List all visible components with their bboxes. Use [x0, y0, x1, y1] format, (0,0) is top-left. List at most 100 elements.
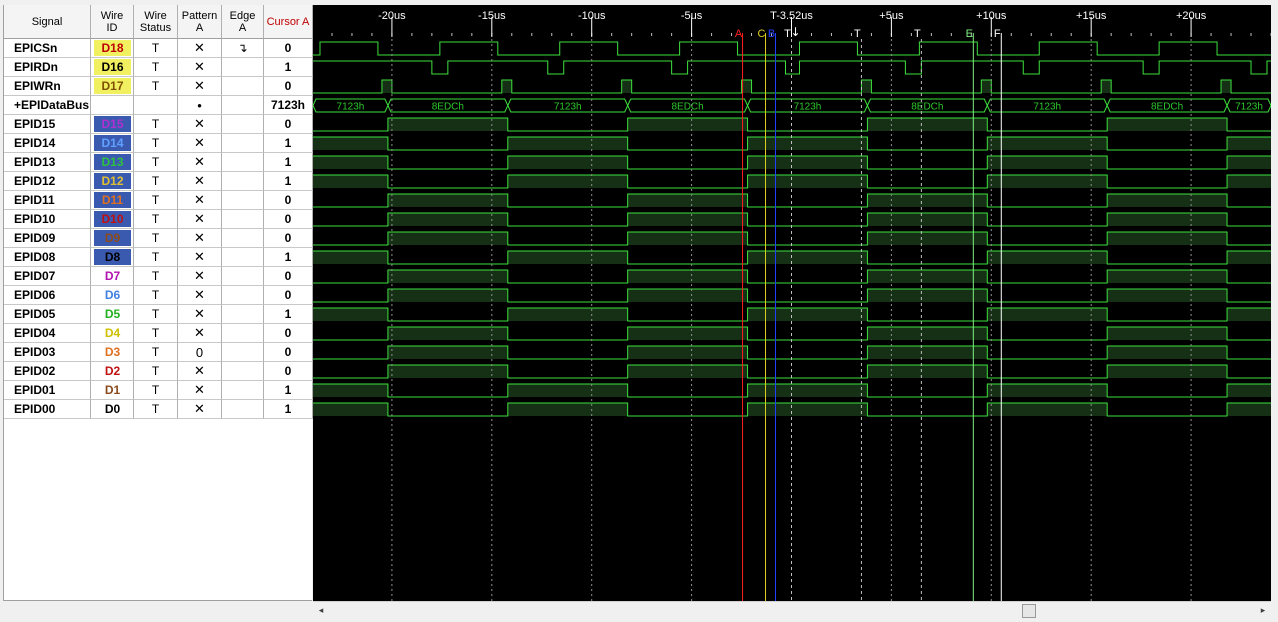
pattern-value[interactable]: ✕	[178, 39, 222, 58]
wire-id-cell[interactable]: D9	[91, 229, 134, 248]
header-signal[interactable]: Signal	[4, 5, 91, 39]
pattern-value[interactable]: ✕	[178, 77, 222, 96]
wire-status[interactable]: T	[134, 286, 178, 305]
edge-value[interactable]: ↴	[222, 39, 264, 58]
pattern-value[interactable]: ✕	[178, 134, 222, 153]
pattern-value[interactable]: ✕	[178, 229, 222, 248]
edge-value[interactable]	[222, 248, 264, 267]
signal-row[interactable]: EPICSn D18 T ✕ ↴ 0	[4, 39, 313, 58]
signal-row[interactable]: EPID05 D5 T ✕ 1	[4, 305, 313, 324]
pattern-value[interactable]: ✕	[178, 248, 222, 267]
wire-status[interactable]: T	[134, 343, 178, 362]
signal-name[interactable]: +EPIDataBus	[4, 96, 91, 115]
pattern-value[interactable]: ✕	[178, 115, 222, 134]
edge-value[interactable]	[222, 305, 264, 324]
signal-name[interactable]: EPID02	[4, 362, 91, 381]
header-wire-status[interactable]: Wire Status	[134, 5, 178, 39]
wire-id-cell[interactable]: D4	[91, 324, 134, 343]
signal-row[interactable]: EPID08 D8 T ✕ 1	[4, 248, 313, 267]
signal-name[interactable]: EPID10	[4, 210, 91, 229]
wire-status[interactable]: T	[134, 77, 178, 96]
signal-row[interactable]: EPID12 D12 T ✕ 1	[4, 172, 313, 191]
pattern-value[interactable]: ✕	[178, 286, 222, 305]
signal-row[interactable]: EPID10 D10 T ✕ 0	[4, 210, 313, 229]
wire-id-cell[interactable]: D17	[91, 77, 134, 96]
signal-name[interactable]: EPID03	[4, 343, 91, 362]
signal-row[interactable]: +EPIDataBus • 7123h	[4, 96, 313, 115]
header-pattern[interactable]: Pattern A	[178, 5, 222, 39]
wire-status[interactable]: T	[134, 248, 178, 267]
pattern-value[interactable]: ✕	[178, 210, 222, 229]
edge-value[interactable]	[222, 210, 264, 229]
edge-value[interactable]	[222, 96, 264, 115]
wire-status[interactable]: T	[134, 400, 178, 419]
wire-status[interactable]: T	[134, 362, 178, 381]
wire-status[interactable]: T	[134, 210, 178, 229]
wire-id-cell[interactable]: D13	[91, 153, 134, 172]
signal-row[interactable]: EPID02 D2 T ✕ 0	[4, 362, 313, 381]
header-cursor[interactable]: Cursor A	[264, 5, 313, 39]
pattern-value[interactable]: ✕	[178, 305, 222, 324]
edge-value[interactable]	[222, 134, 264, 153]
wire-status[interactable]: T	[134, 324, 178, 343]
wire-id-cell[interactable]: D5	[91, 305, 134, 324]
pattern-value[interactable]: •	[178, 96, 222, 115]
wire-status[interactable]: T	[134, 191, 178, 210]
edge-value[interactable]	[222, 77, 264, 96]
wire-id-cell[interactable]: D11	[91, 191, 134, 210]
scroll-thumb[interactable]	[1022, 604, 1036, 618]
pattern-value[interactable]: ✕	[178, 58, 222, 77]
edge-value[interactable]	[222, 400, 264, 419]
edge-value[interactable]	[222, 267, 264, 286]
waveform-display[interactable]: -20us -15us -10us -5us T-3.52us +5us +10us +15u…	[313, 5, 1271, 601]
wire-status[interactable]: T	[134, 153, 178, 172]
edge-value[interactable]	[222, 381, 264, 400]
wire-id-cell[interactable]: D3	[91, 343, 134, 362]
signal-row[interactable]: EPIRDn D16 T ✕ 1	[4, 58, 313, 77]
pattern-value[interactable]: ✕	[178, 172, 222, 191]
header-wire-id[interactable]: Wire ID	[91, 5, 134, 39]
wire-status[interactable]: T	[134, 229, 178, 248]
wire-status[interactable]: T	[134, 58, 178, 77]
wire-status[interactable]: T	[134, 39, 178, 58]
signal-name[interactable]: EPID00	[4, 400, 91, 419]
edge-value[interactable]	[222, 362, 264, 381]
edge-value[interactable]	[222, 324, 264, 343]
waveform-svg[interactable]: -20us -15us -10us -5us T-3.52us +5us +10us +15u…	[313, 5, 1271, 601]
wire-id-cell[interactable]	[91, 96, 134, 115]
signal-name[interactable]: EPID12	[4, 172, 91, 191]
wire-id-cell[interactable]: D15	[91, 115, 134, 134]
wire-id-cell[interactable]: D1	[91, 381, 134, 400]
wire-id-cell[interactable]: D18	[91, 39, 134, 58]
wire-id-cell[interactable]: D12	[91, 172, 134, 191]
wire-id-cell[interactable]: D14	[91, 134, 134, 153]
signal-row[interactable]: EPID14 D14 T ✕ 1	[4, 134, 313, 153]
scroll-right-arrow-icon[interactable]: ▸	[1257, 604, 1269, 616]
signal-name[interactable]: EPID04	[4, 324, 91, 343]
signal-name[interactable]: EPICSn	[4, 39, 91, 58]
edge-value[interactable]	[222, 153, 264, 172]
wire-id-cell[interactable]: D2	[91, 362, 134, 381]
signal-name[interactable]: EPID08	[4, 248, 91, 267]
signal-name[interactable]: EPID11	[4, 191, 91, 210]
wire-status[interactable]	[134, 96, 178, 115]
wire-id-cell[interactable]: D0	[91, 400, 134, 419]
edge-value[interactable]	[222, 115, 264, 134]
horizontal-scrollbar[interactable]: ◂ ▸	[313, 601, 1271, 619]
signal-name[interactable]: EPID09	[4, 229, 91, 248]
signal-row[interactable]: EPID11 D11 T ✕ 0	[4, 191, 313, 210]
signal-row[interactable]: EPID09 D9 T ✕ 0	[4, 229, 313, 248]
pattern-value[interactable]: ✕	[178, 267, 222, 286]
wire-id-cell[interactable]: D16	[91, 58, 134, 77]
signal-row[interactable]: EPID07 D7 T ✕ 0	[4, 267, 313, 286]
pattern-value[interactable]: 0	[178, 343, 222, 362]
pattern-value[interactable]: ✕	[178, 381, 222, 400]
wire-status[interactable]: T	[134, 381, 178, 400]
header-edge[interactable]: Edge A	[222, 5, 264, 39]
signal-row[interactable]: EPID01 D1 T ✕ 1	[4, 381, 313, 400]
pattern-value[interactable]: ✕	[178, 191, 222, 210]
edge-value[interactable]	[222, 172, 264, 191]
pattern-value[interactable]: ✕	[178, 362, 222, 381]
pattern-value[interactable]: ✕	[178, 153, 222, 172]
signal-name[interactable]: EPID13	[4, 153, 91, 172]
